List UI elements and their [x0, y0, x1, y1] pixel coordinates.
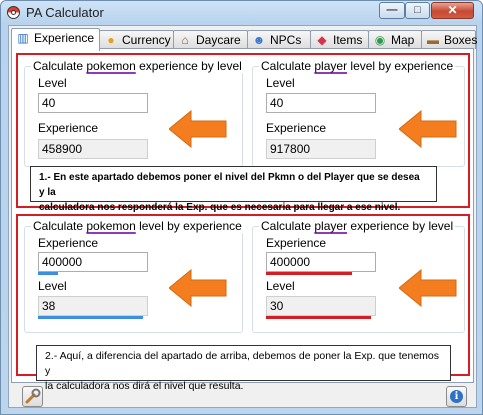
tab-boxes[interactable]: ▬ Boxes: [421, 30, 478, 49]
group-title: Calculate player level by experience: [259, 59, 456, 73]
arrow-left-icon: [399, 269, 457, 307]
player-level-input[interactable]: 40: [266, 93, 376, 113]
note-line: 1.- En este apartado debemos poner el ni…: [39, 172, 420, 198]
arrow-left-icon: [169, 269, 227, 307]
player-experience-output: 917800: [266, 139, 376, 159]
level-label: Level: [266, 76, 295, 90]
note-line: la calculadora nos dirá el nivel que res…: [45, 380, 244, 392]
close-button[interactable]: ✕: [431, 2, 474, 19]
tab-label: Map: [391, 33, 415, 47]
people-icon: ☻: [252, 33, 266, 47]
tab-strip: ▥ Experience ● Currency ⌂ Daycare ☻ NPCs…: [11, 28, 478, 51]
annotation-note-top: 1.- En este apartado debemos poner el ni…: [30, 166, 437, 213]
app-window: PA Calculator — □ ✕ ▥ Experience ● Curre…: [0, 0, 483, 415]
tab-label: NPCs: [270, 33, 302, 47]
player-experience-input[interactable]: 400000: [266, 252, 376, 272]
arrow-left-icon: [169, 110, 227, 148]
arrow-left-icon: [399, 110, 457, 148]
player-level-output: 30: [266, 296, 376, 316]
bar-chart-icon: ▥: [17, 31, 29, 45]
group-title: Calculate pokemon level by experience: [31, 219, 244, 233]
level-progress-bar: [266, 316, 371, 319]
tab-label: Boxes: [444, 33, 478, 47]
tab-experience[interactable]: ▥ Experience: [11, 28, 100, 51]
wrench-icon: [23, 387, 42, 411]
pokeball-icon: [7, 6, 20, 19]
tab-map[interactable]: ◉ Map: [368, 30, 422, 49]
globe-icon: ◉: [374, 33, 386, 47]
maximize-button[interactable]: □: [405, 2, 430, 19]
note-line: 2.- Aquí, a diferencia del apartado de a…: [45, 350, 440, 377]
experience-label: Experience: [266, 121, 327, 135]
window-title: PA Calculator: [26, 5, 104, 20]
tab-currency[interactable]: ● Currency: [99, 30, 174, 49]
pokemon-experience-output: 458900: [38, 139, 148, 159]
tab-label: Experience: [34, 31, 95, 45]
tab-label: Daycare: [196, 33, 241, 47]
pokemon-experience-input[interactable]: 400000: [38, 252, 148, 272]
title-bar[interactable]: PA Calculator — □ ✕: [1, 1, 482, 25]
minimize-button[interactable]: —: [379, 2, 405, 19]
info-icon: i: [450, 390, 463, 403]
pokemon-level-output: 38: [38, 296, 148, 316]
gem-icon: ◆: [317, 33, 327, 47]
level-label: Level: [38, 76, 67, 90]
maximize-icon: □: [414, 4, 421, 16]
level-label: Level: [38, 279, 67, 293]
level-progress-bar: [38, 316, 143, 319]
tab-label: Items: [333, 33, 363, 47]
tab-label: Currency: [122, 33, 171, 47]
experience-progress-bar: [38, 272, 58, 275]
tab-daycare[interactable]: ⌂ Daycare: [173, 30, 248, 49]
pokemon-level-input[interactable]: 40: [38, 93, 148, 113]
experience-label: Experience: [38, 236, 99, 250]
tab-npcs[interactable]: ☻ NPCs: [247, 30, 311, 49]
group-title: Calculate player experience by level: [259, 219, 456, 233]
note-line: calculadora nos responderá la Exp. que e…: [39, 202, 401, 213]
group-title: Calculate pokemon experience by level: [31, 59, 244, 73]
client-area: ▥ Experience ● Currency ⌂ Daycare ☻ NPCs…: [8, 25, 477, 408]
annotation-note-bottom: 2.- Aquí, a diferencia del apartado de a…: [36, 345, 451, 392]
box-icon: ▬: [427, 33, 439, 47]
experience-label: Experience: [38, 121, 99, 135]
tab-items[interactable]: ◆ Items: [310, 30, 369, 49]
experience-label: Experience: [266, 236, 327, 250]
experience-tab-page: Calculate pokemon experience by level Le…: [11, 48, 474, 392]
close-icon: ✕: [447, 3, 458, 17]
experience-progress-bar: [266, 272, 352, 275]
level-label: Level: [266, 279, 295, 293]
house-icon: ⌂: [181, 33, 189, 47]
info-button[interactable]: i: [446, 386, 467, 407]
settings-button[interactable]: [22, 386, 43, 407]
coins-icon: ●: [107, 33, 115, 47]
minimize-icon: —: [386, 4, 398, 16]
